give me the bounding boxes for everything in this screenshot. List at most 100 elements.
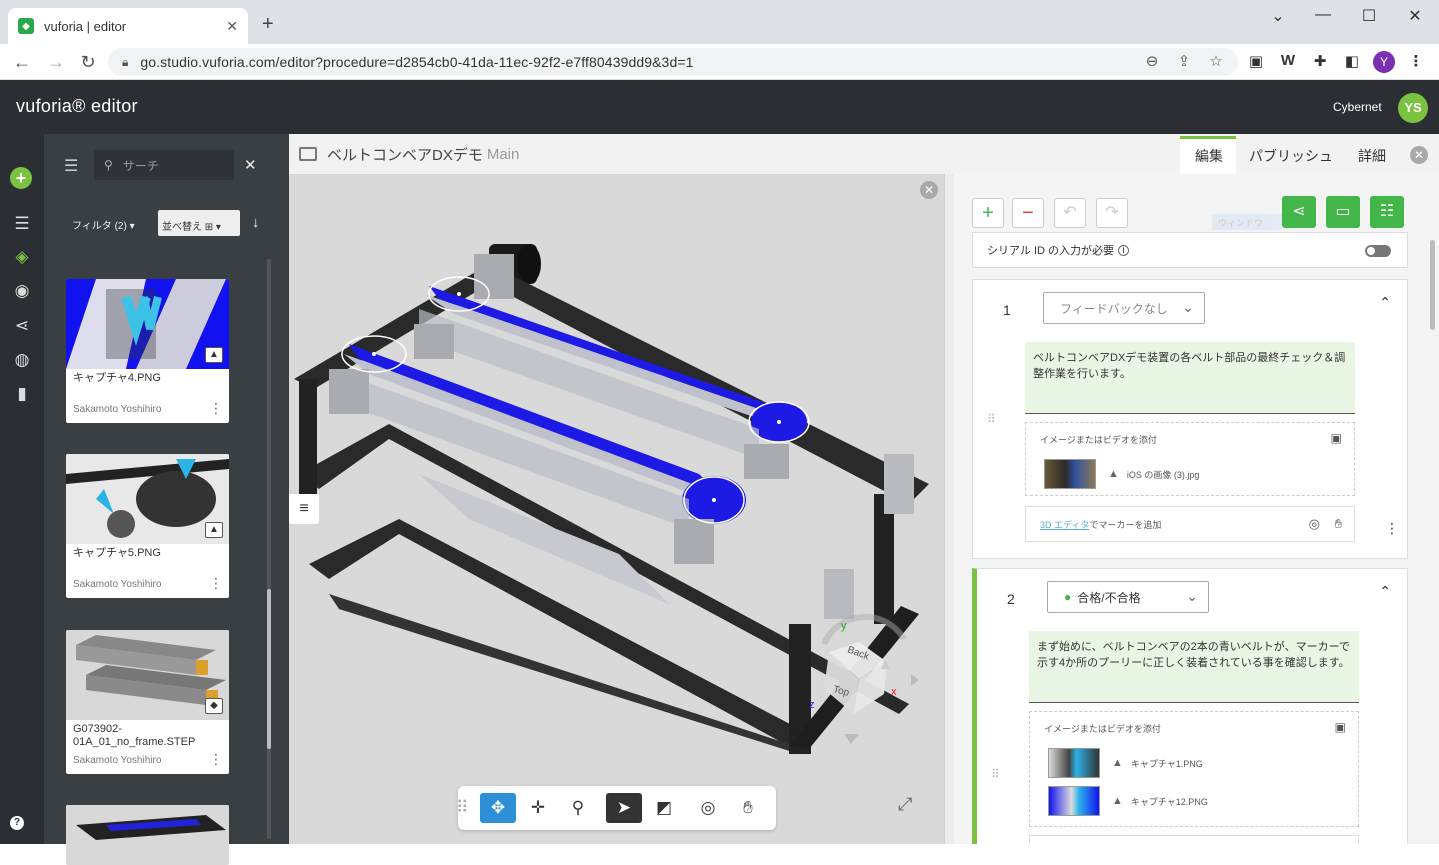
library-panel: ☰ ⚲ サーチ ✕ フィルタ (2) ▾ 並べ替え ⊞ ▾ ↓ ▲ キャプチャ4… <box>44 134 289 865</box>
add-media-icon[interactable]: ▣ <box>1331 431 1342 445</box>
collapse-icon[interactable]: ⌃ <box>1379 583 1391 600</box>
library-card[interactable]: ◆ G073902-01A_01_no_frame.STEP Sakamoto … <box>66 630 229 774</box>
3d-editor-link[interactable]: 3D エディタ <box>1040 518 1089 531</box>
library-card[interactable]: ▲ キャプチャ5.PNG Sakamoto Yoshihiro ⋮ <box>66 454 229 598</box>
marker-hand-icon[interactable]: ✋︎ <box>1335 516 1342 532</box>
zoom-to-area-icon[interactable]: ◩ <box>646 793 682 823</box>
feedback-dropdown[interactable]: フィードバックなし ⌄ <box>1043 292 1205 324</box>
target-icon[interactable]: ◎ <box>1309 516 1320 532</box>
zoom-icon[interactable]: ⊖ <box>1142 52 1162 70</box>
drag-handle-icon[interactable]: ⠿ <box>991 767 1000 781</box>
card-name: G073902-01A_01_no_frame.STEP <box>73 723 196 748</box>
serial-id-toggle[interactable] <box>1365 245 1391 257</box>
target-icon[interactable]: ◎ <box>690 793 726 823</box>
puzzle-icon[interactable]: ✚ <box>1309 52 1331 70</box>
trash-icon[interactable]: ▮ <box>10 382 34 406</box>
new-tab-button[interactable]: + <box>262 14 274 34</box>
step-card: ⠿ 1 フィードバックなし ⌄ ⌃ ベルトコンベアDXデモ装置の各ベルト部品の最… <box>972 279 1408 559</box>
lock-icon: 🔒︎ <box>122 54 129 69</box>
library-card[interactable]: ▲ キャプチャ4.PNG Sakamoto Yoshihiro ⋮ <box>66 279 229 423</box>
media-thumbnail <box>1044 459 1096 489</box>
procedure-list-icon[interactable]: ☰ <box>10 212 34 236</box>
redo-icon[interactable]: ↷ <box>1096 198 1128 228</box>
library-scrollbar-thumb[interactable] <box>267 589 271 749</box>
globe-icon[interactable]: ◍ <box>10 348 34 372</box>
share-icon[interactable]: ⇪ <box>1174 52 1194 70</box>
3d-viewport[interactable]: Back Top x y z ✕ ≡ ⠿ ✥ ✛ ⚲ ➤ ◩ ◎ ✋︎ ⤢ <box>289 174 944 844</box>
panel-splitter[interactable] <box>944 174 954 844</box>
search-input[interactable]: ⚲ サーチ <box>94 150 234 180</box>
checklist-icon[interactable]: ☷ <box>1370 196 1404 228</box>
browser-tab[interactable]: ◆ vuforia | editor ✕ <box>8 8 248 44</box>
layers-icon[interactable]: ◈ <box>10 245 34 269</box>
hamburger-menu-icon[interactable]: ≡ <box>289 494 319 524</box>
viewport-close-icon[interactable]: ✕ <box>920 181 938 199</box>
step-more-icon[interactable]: ⋮ <box>1385 520 1399 537</box>
serial-id-label: シリアル ID の入力が必要 <box>987 245 1115 257</box>
maximize-icon[interactable]: ☐ <box>1349 6 1389 26</box>
sidepanel-icon[interactable]: ◧ <box>1341 52 1363 70</box>
media-item[interactable]: ▲ キャプチャ1.PNG <box>1048 748 1203 778</box>
media-attach-area[interactable]: イメージまたはビデオを添付 ▣ ▲ iOS の画像 (3).jpg <box>1025 422 1355 496</box>
minimize-icon[interactable]: — <box>1303 6 1343 24</box>
tab-edit[interactable]: 編集 <box>1195 146 1223 166</box>
list-view-icon[interactable]: ☰ <box>64 156 78 176</box>
pan-icon[interactable]: ✛ <box>520 793 556 823</box>
marker-hand-icon[interactable]: ✋︎ <box>730 793 766 823</box>
step-description[interactable]: ベルトコンベアDXデモ装置の各ベルト部品の最終チェック＆調整作業を行います。 <box>1025 342 1355 414</box>
undo-icon[interactable]: ↶ <box>1054 198 1086 228</box>
tab-details[interactable]: 詳細 <box>1358 146 1386 166</box>
info-icon[interactable]: i <box>1118 244 1130 256</box>
tab-close-icon[interactable]: ✕ <box>226 18 238 35</box>
forward-arrow-icon[interactable]: → <box>44 52 68 73</box>
remove-step-button[interactable]: − <box>1012 198 1044 228</box>
sort-button[interactable]: 並べ替え ⊞ ▾ <box>158 210 240 236</box>
fit-view-icon[interactable]: ⤢ <box>898 794 912 815</box>
bookmark-star-icon[interactable]: ☆ <box>1206 52 1226 70</box>
select-pointer-icon[interactable]: ➤ <box>606 793 642 823</box>
orbit-icon[interactable]: ✥ <box>480 793 516 823</box>
right-panel-close-icon[interactable]: ✕ <box>1410 146 1428 164</box>
media-item[interactable]: ▲ iOS の画像 (3).jpg <box>1044 459 1199 489</box>
clear-search-icon[interactable]: ✕ <box>244 156 257 174</box>
filter-button[interactable]: フィルタ (2) ▾ <box>72 217 135 232</box>
feedback-dropdown[interactable]: ● 合格/不合格 ⌄ <box>1047 581 1209 613</box>
back-arrow-icon[interactable]: ← <box>10 52 34 73</box>
card-more-icon[interactable]: ⋮ <box>209 400 223 417</box>
window-icon[interactable]: ▭ <box>1326 196 1360 228</box>
step-description[interactable]: まず始めに、ベルトコンベアの2本の青いベルトが、マーカーで示す4か所のプーリーに… <box>1029 631 1359 703</box>
share-icon[interactable]: ⋖ <box>1282 196 1316 228</box>
close-window-icon[interactable]: ✕ <box>1395 6 1435 26</box>
library-card[interactable] <box>66 805 229 865</box>
media-attach-area[interactable]: イメージまたはビデオを添付 ▣ ▲ キャプチャ1.PNG ▲ キャプチャ12.P… <box>1029 711 1359 827</box>
sort-direction-arrow-icon[interactable]: ↓ <box>252 214 260 231</box>
card-name: キャプチャ5.PNG <box>73 547 161 559</box>
zoom-icon[interactable]: ⚲ <box>560 793 596 823</box>
profile-avatar[interactable]: Y <box>1373 51 1395 73</box>
user-name[interactable]: Cybernet <box>1333 100 1382 114</box>
tab-publish[interactable]: パブリッシュ <box>1249 146 1333 166</box>
omnibox[interactable]: 🔒︎ go.studio.vuforia.com/editor?procedur… <box>108 48 1238 76</box>
reload-icon[interactable]: ↻ <box>76 52 100 73</box>
image-type-icon: ▲ <box>205 522 223 538</box>
user-avatar[interactable]: YS <box>1398 93 1428 123</box>
card-more-icon[interactable]: ⋮ <box>209 575 223 592</box>
collapse-icon[interactable]: ⌃ <box>1379 294 1391 311</box>
share-nodes-icon[interactable]: ⋖ <box>10 314 34 338</box>
browser-menu-icon[interactable]: ⋮ <box>1405 52 1427 70</box>
extension-w-icon[interactable]: W <box>1277 52 1299 69</box>
add-step-button[interactable]: + <box>972 198 1004 228</box>
add-icon[interactable]: + <box>10 167 32 189</box>
add-media-icon[interactable]: ▣ <box>1335 720 1346 734</box>
drag-handle-icon[interactable]: ⠿ <box>987 412 996 426</box>
help-icon[interactable]: ? <box>10 816 24 830</box>
faded-tooltip: ウィンドウ <box>1212 214 1282 230</box>
chevron-down-icon[interactable]: ⌄ <box>1258 6 1298 26</box>
media-item[interactable]: ▲ キャプチャ12.PNG <box>1048 786 1208 816</box>
drag-handle-icon[interactable]: ⠿ <box>456 793 468 823</box>
right-scrollbar[interactable] <box>1430 240 1435 330</box>
extension-icon[interactable]: ▣ <box>1245 52 1267 70</box>
card-more-icon[interactable]: ⋮ <box>209 751 223 768</box>
library-scrollbar[interactable] <box>267 259 271 839</box>
user-circle-icon[interactable]: ◉ <box>10 279 34 303</box>
